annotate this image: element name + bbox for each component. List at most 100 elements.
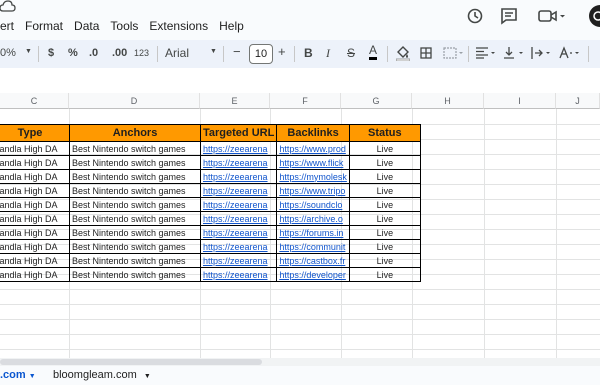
font-select[interactable]: Arial	[165, 46, 189, 60]
column-header-g[interactable]: G	[341, 93, 412, 109]
cell-anchor[interactable]: Best Nintendo switch games	[69, 155, 201, 170]
sheet-tab-bloomgleam[interactable]: bloomgleam.com ▼	[53, 369, 151, 381]
font-size-input[interactable]: 10	[249, 44, 273, 64]
column-header-d[interactable]: D	[69, 93, 200, 109]
cell-anchor[interactable]: Best Nintendo switch games	[69, 211, 201, 226]
column-header-i[interactable]: I	[484, 93, 556, 109]
cell-type[interactable]: Handla High DA	[0, 211, 70, 226]
cell-backlink[interactable]: https://soundclo	[276, 197, 350, 212]
cell-status[interactable]: Live	[348, 239, 421, 254]
cell-status[interactable]: Live	[348, 197, 421, 212]
cell-anchor[interactable]: Best Nintendo switch games	[69, 169, 201, 184]
zoom-select[interactable]: 0%	[0, 47, 16, 59]
cell-type[interactable]: Handla High DA	[0, 183, 70, 198]
column-header-c[interactable]: C	[0, 93, 69, 109]
sheet-tab-active[interactable]: .com ▼	[0, 369, 36, 381]
menu-data[interactable]: Data	[74, 19, 99, 33]
menu-help[interactable]: Help	[219, 19, 244, 33]
comments-icon[interactable]	[500, 7, 518, 25]
cell-anchor[interactable]: Best Nintendo switch games	[69, 239, 201, 254]
increase-decimal-button[interactable]: .00	[112, 47, 127, 59]
cloud-saved-icon[interactable]	[0, 0, 16, 14]
strikethrough-button[interactable]: S	[347, 46, 355, 60]
cell-status[interactable]: Live	[348, 155, 421, 170]
horizontal-align-icon[interactable]	[476, 47, 496, 59]
cell-anchor[interactable]: Best Nintendo switch games	[69, 141, 201, 156]
cell-targeted-url[interactable]: https://zeearena	[199, 183, 278, 198]
table-row: Handla High DABest Nintendo switch games…	[0, 239, 421, 254]
cell-targeted-url[interactable]: https://zeearena	[199, 239, 278, 254]
cell-status[interactable]: Live	[348, 267, 421, 282]
cell-targeted-url[interactable]: https://zeearena	[199, 197, 278, 212]
cell-type[interactable]: Handla High DA	[0, 169, 70, 184]
cell-backlink[interactable]: https://www.flick	[276, 155, 350, 170]
cell-targeted-url[interactable]: https://zeearena	[199, 211, 278, 226]
text-wrapping-icon[interactable]	[531, 46, 553, 60]
cell-type[interactable]: Handla High DA	[0, 225, 70, 240]
share-icon[interactable]	[586, 5, 600, 27]
header-backlinks[interactable]: Backlinks	[276, 124, 350, 142]
fill-color-icon[interactable]	[396, 45, 410, 61]
currency-format-button[interactable]: $	[48, 47, 54, 59]
cell-targeted-url[interactable]: https://zeearena	[199, 225, 278, 240]
vertical-align-icon[interactable]	[503, 46, 525, 60]
header-anchors[interactable]: Anchors	[69, 124, 201, 142]
cell-anchor[interactable]: Best Nintendo switch games	[69, 267, 201, 282]
cell-targeted-url[interactable]: https://zeearena	[199, 155, 278, 170]
cell-backlink[interactable]: https://developer	[276, 267, 350, 282]
cell-status[interactable]: Live	[348, 169, 421, 184]
cell-backlink[interactable]: https://mymolesk	[276, 169, 350, 184]
cell-type[interactable]: Handla High DA	[0, 141, 70, 156]
cell-anchor[interactable]: Best Nintendo switch games	[69, 197, 201, 212]
cell-anchor[interactable]: Best Nintendo switch games	[69, 183, 201, 198]
scrollbar-thumb[interactable]	[0, 359, 262, 365]
cell-status[interactable]: Live	[348, 253, 421, 268]
cell-backlink[interactable]: https://archive.o	[276, 211, 350, 226]
borders-icon[interactable]	[420, 47, 432, 59]
menu-format[interactable]: Format	[25, 19, 63, 33]
merge-cells-icon[interactable]	[443, 47, 463, 59]
cell-targeted-url[interactable]: https://zeearena	[199, 253, 278, 268]
cell-status[interactable]: Live	[348, 141, 421, 156]
percent-format-button[interactable]: %	[68, 47, 78, 59]
meet-icon[interactable]	[538, 7, 566, 25]
cell-backlink[interactable]: https://www.prod	[276, 141, 350, 156]
menu-insert[interactable]: ert	[0, 19, 14, 33]
cell-targeted-url[interactable]: https://zeearena	[199, 169, 278, 184]
menu-tools[interactable]: Tools	[110, 19, 138, 33]
column-header-h[interactable]: H	[412, 93, 484, 109]
bold-button[interactable]: B	[304, 46, 313, 60]
cell-backlink[interactable]: https://communit	[276, 239, 350, 254]
text-rotation-icon[interactable]	[558, 46, 582, 60]
number-format-button[interactable]: 123	[134, 48, 149, 58]
cell-anchor[interactable]: Best Nintendo switch games	[69, 253, 201, 268]
increase-font-size-button[interactable]: +	[278, 44, 286, 59]
cell-backlink[interactable]: https://www.tripo	[276, 183, 350, 198]
cell-type[interactable]: Handla High DA	[0, 239, 70, 254]
column-header-j[interactable]: J	[556, 93, 600, 109]
header-status[interactable]: Status	[348, 124, 421, 142]
cell-status[interactable]: Live	[348, 211, 421, 226]
cell-status[interactable]: Live	[348, 225, 421, 240]
header-type[interactable]: Type	[0, 124, 70, 142]
text-color-button[interactable]: A	[369, 44, 378, 60]
decrease-font-size-button[interactable]: −	[233, 44, 241, 59]
history-icon[interactable]	[466, 7, 484, 25]
cell-backlink[interactable]: https://castbox.fr	[276, 253, 350, 268]
menu-extensions[interactable]: Extensions	[149, 19, 208, 33]
cell-status[interactable]: Live	[348, 183, 421, 198]
cell-targeted-url[interactable]: https://zeearena	[199, 267, 278, 282]
cell-backlink[interactable]: https://forums.in	[276, 225, 350, 240]
header-targeted-url[interactable]: Targeted URL	[199, 124, 278, 142]
cell-type[interactable]: Handla High DA	[0, 267, 70, 282]
cell-type[interactable]: Handla High DA	[0, 197, 70, 212]
font-dropdown-icon[interactable]: ▼	[210, 48, 217, 55]
cell-anchor[interactable]: Best Nintendo switch games	[69, 225, 201, 240]
cell-targeted-url[interactable]: https://zeearena	[199, 141, 278, 156]
column-header-f[interactable]: F	[270, 93, 341, 109]
decrease-decimal-button[interactable]: .0	[89, 47, 98, 59]
italic-button[interactable]: I	[326, 46, 330, 61]
cell-type[interactable]: Handla High DA	[0, 253, 70, 268]
column-header-e[interactable]: E	[200, 93, 270, 109]
cell-type[interactable]: Handla High DA	[0, 155, 70, 170]
